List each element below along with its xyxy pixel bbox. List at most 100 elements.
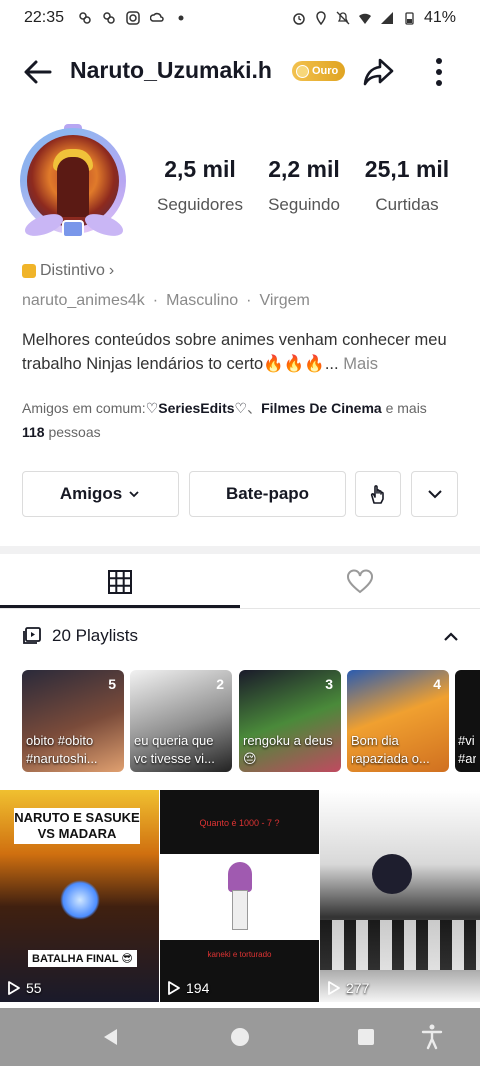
avatar-frame-wing <box>22 209 66 241</box>
chevron-down-icon <box>427 490 442 499</box>
distintivo-link[interactable]: Distintivo › <box>22 262 114 280</box>
tab-liked[interactable] <box>240 556 480 608</box>
suggestions-dropdown-button[interactable] <box>411 471 458 517</box>
friends-button[interactable]: Amigos <box>22 471 179 517</box>
likes-count: 25,1 mil <box>364 156 450 182</box>
system-navigation-bar <box>0 1008 480 1066</box>
character-figure <box>372 854 412 894</box>
followers-stat[interactable]: 2,5 mil Seguidores <box>148 156 252 215</box>
tabs-divider <box>0 608 480 609</box>
nav-home-icon[interactable] <box>231 1028 249 1046</box>
following-stat[interactable]: 2,2 mil Seguindo <box>258 156 350 215</box>
profile-handle: naruto_animes4k <box>22 292 145 309</box>
gesture-button[interactable] <box>355 471 401 517</box>
chat-button[interactable]: Bate-papo <box>189 471 346 517</box>
likes-label: Curtidas <box>375 195 439 214</box>
chat-button-label: Bate-papo <box>225 484 310 503</box>
playlists-count-label: 20 Playlists <box>52 626 138 645</box>
playlist-video-count: 3 <box>325 676 333 692</box>
video-views: 277 <box>326 980 369 996</box>
following-count: 2,2 mil <box>268 156 340 182</box>
profile-avatar[interactable] <box>14 124 132 242</box>
ouro-badge[interactable]: Ouro <box>292 61 346 81</box>
instagram-icon <box>126 11 140 25</box>
location-icon <box>316 11 326 25</box>
battery-icon <box>405 12 414 25</box>
playlist-title: #vi #ar <box>458 733 476 766</box>
views-count: 277 <box>346 980 370 996</box>
app-notification-icon <box>79 12 91 24</box>
character-figure <box>226 862 254 934</box>
playlist-video-count: 2 <box>216 676 224 692</box>
profile-bio: Melhores conteúdos sobre animes venham c… <box>22 328 462 376</box>
video-views: 55 <box>6 980 42 996</box>
playlist-card[interactable]: 4 Bom dia rapaziada o... <box>347 670 449 772</box>
mutual-friend-2: Filmes De Cinema <box>261 400 382 416</box>
system-icons: 41% <box>292 9 456 27</box>
bio-more-link[interactable]: Mais <box>343 355 378 373</box>
rasengan-glow <box>60 880 100 920</box>
mutual-friends-separator: 、 <box>247 400 262 416</box>
chevron-down-icon <box>129 491 139 498</box>
bio-text: Melhores conteúdos sobre animes venham c… <box>22 331 447 373</box>
more-options-icon[interactable] <box>424 54 454 90</box>
mutual-friends-and: e mais <box>381 400 427 416</box>
alarm-icon <box>293 13 305 25</box>
playlist-icon <box>23 627 41 644</box>
views-count: 55 <box>26 980 42 996</box>
share-icon[interactable] <box>360 54 396 90</box>
chevron-right-icon: › <box>108 262 115 279</box>
video-thumbnail[interactable]: NARUTO E SASUKE VS MADARA BATALHA FINAL … <box>0 790 159 1002</box>
grid-icon <box>108 570 132 594</box>
video-caption-top: NARUTO E SASUKE VS MADARA <box>14 808 140 844</box>
playlist-card[interactable]: #vi #ar <box>455 670 480 772</box>
avatar-frame-gem <box>62 220 84 238</box>
mutual-friend-1: ♡SeriesEdits♡ <box>145 400 248 416</box>
accessibility-icon[interactable] <box>420 1024 444 1050</box>
heart-icon <box>347 569 373 594</box>
profile-header: Naruto_Uzumaki.h Ouro <box>0 44 480 100</box>
video-caption-bottom: BATALHA FINAL 😎 <box>28 950 137 967</box>
profile-sign: Virgem <box>259 292 310 309</box>
video-thumbnail[interactable]: Quanto é 1000 - 7 ? kaneki e torturado 1… <box>160 790 319 1002</box>
nav-recents-icon[interactable] <box>358 1029 374 1045</box>
video-caption-top: Quanto é 1000 - 7 ? <box>160 790 319 854</box>
likes-stat[interactable]: 25,1 mil Curtidas <box>356 156 458 215</box>
playlists-header[interactable]: 20 Playlists <box>22 626 138 646</box>
profile-meta: naruto_animes4k · Masculino · Virgem <box>22 292 310 309</box>
play-icon <box>168 981 180 995</box>
views-count: 194 <box>186 980 210 996</box>
playlist-card[interactable]: 5 obito #obito #narutoshi... <box>22 670 124 772</box>
playlist-video-count: 5 <box>108 676 116 692</box>
status-time: 22:35 <box>24 9 65 26</box>
hand-icon <box>370 485 384 504</box>
dot-icon <box>178 15 184 21</box>
back-arrow-icon[interactable] <box>20 54 56 90</box>
profile-username: Naruto_Uzumaki.h <box>70 57 272 83</box>
video-views: 194 <box>166 980 209 996</box>
playlist-title: eu queria que vc tivesse vi... <box>134 733 215 766</box>
badge-label: Ouro <box>312 65 339 77</box>
mutual-friends-count: 118 <box>22 424 45 440</box>
playlist-title: obito #obito #narutoshi... <box>26 733 98 766</box>
playlist-card[interactable]: 3 rengoku a deus😔 <box>239 670 341 772</box>
tab-videos[interactable] <box>0 556 240 608</box>
playlist-title: rengoku a deus😔 <box>243 733 333 766</box>
status-bar: 22:35 41% <box>0 0 480 36</box>
battery-level: 41% <box>423 9 456 26</box>
following-label: Seguindo <box>268 195 340 214</box>
chevron-up-icon[interactable] <box>440 626 462 648</box>
followers-label: Seguidores <box>156 195 243 214</box>
mutual-friends-suffix: pessoas <box>44 424 101 440</box>
play-icon <box>8 981 20 995</box>
distintivo-label: Distintivo <box>40 262 105 279</box>
video-thumbnail[interactable]: 277 <box>320 790 480 1002</box>
mutual-friends-prefix: Amigos em comum: <box>22 400 146 416</box>
followers-count: 2,5 mil <box>164 156 236 182</box>
playlist-video-count: 4 <box>433 676 441 692</box>
medal-icon <box>22 264 36 278</box>
mutual-friends[interactable]: Amigos em comum:♡SeriesEdits♡、Filmes De … <box>22 396 462 444</box>
section-divider <box>0 546 480 554</box>
playlist-card[interactable]: 2 eu queria que vc tivesse vi... <box>130 670 232 772</box>
nav-back-icon[interactable] <box>102 1028 120 1046</box>
